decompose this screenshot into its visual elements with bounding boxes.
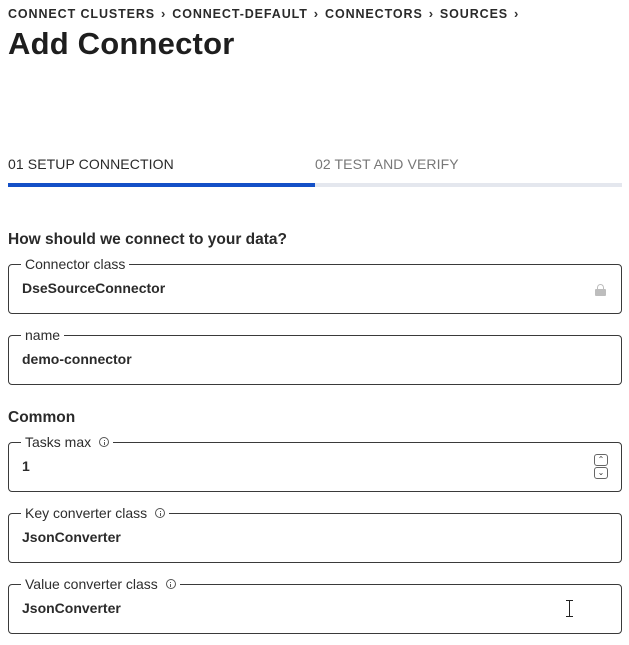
breadcrumb: CONNECT CLUSTERS › CONNECT-DEFAULT › CON… — [8, 6, 525, 21]
step-test-and-verify[interactable]: 02 TEST AND VERIFY — [315, 156, 459, 172]
chevron-right-icon: › — [428, 6, 434, 21]
setup-stepper: 01 SETUP CONNECTION 02 TEST AND VERIFY — [8, 156, 622, 188]
chevron-up-icon[interactable]: ⌃ — [594, 454, 608, 466]
name-label: name — [21, 327, 65, 343]
tasks-max-label: Tasks max — [21, 434, 114, 450]
progress-track — [8, 183, 622, 187]
tasks-max-field: Tasks max ⌃ ⌄ — [8, 434, 622, 492]
breadcrumb-connect-default[interactable]: CONNECT-DEFAULT — [172, 7, 308, 21]
breadcrumb-connectors[interactable]: CONNECTORS — [325, 7, 423, 21]
tasks-max-stepper: ⌃ ⌄ — [594, 454, 608, 480]
chevron-down-icon[interactable]: ⌄ — [594, 467, 608, 479]
key-converter-class-input[interactable] — [22, 529, 582, 545]
info-icon[interactable] — [165, 579, 176, 589]
connect-section-heading: How should we connect to your data? — [8, 231, 288, 248]
chevron-right-icon: › — [161, 6, 167, 21]
chevron-right-icon: › — [313, 6, 320, 21]
key-converter-class-label-text: Key converter class — [25, 505, 148, 521]
breadcrumb-connect-clusters[interactable]: CONNECT CLUSTERS — [8, 7, 155, 21]
key-converter-class-field: Key converter class — [8, 505, 622, 563]
connector-class-label: Connector class — [21, 256, 130, 272]
progress-fill — [8, 183, 315, 187]
value-converter-class-field: Value converter class — [8, 576, 622, 634]
tasks-max-input[interactable] — [22, 458, 582, 474]
page-title: Add Connector — [8, 26, 235, 61]
connector-class-field: Connector class DseSourceConnector — [8, 256, 622, 314]
step-setup-connection[interactable]: 01 SETUP CONNECTION — [8, 156, 174, 172]
connector-class-value: DseSourceConnector — [22, 280, 166, 296]
lock-icon — [595, 284, 606, 296]
info-icon[interactable] — [99, 437, 110, 447]
common-section-heading: Common — [8, 409, 76, 426]
name-input[interactable] — [22, 351, 582, 367]
name-field: name — [8, 327, 622, 385]
breadcrumb-sources[interactable]: SOURCES — [440, 7, 508, 21]
connector-class-label-text: Connector class — [25, 256, 126, 272]
info-icon[interactable] — [155, 508, 166, 518]
tasks-max-label-text: Tasks max — [25, 434, 92, 450]
chevron-right-icon: › — [514, 6, 520, 21]
value-converter-class-input[interactable] — [22, 600, 582, 616]
text-cursor-icon — [566, 600, 573, 617]
key-converter-class-label: Key converter class — [21, 505, 170, 521]
value-converter-class-label-text: Value converter class — [25, 576, 158, 592]
value-converter-class-label: Value converter class — [21, 576, 180, 592]
name-label-text: name — [25, 327, 61, 343]
